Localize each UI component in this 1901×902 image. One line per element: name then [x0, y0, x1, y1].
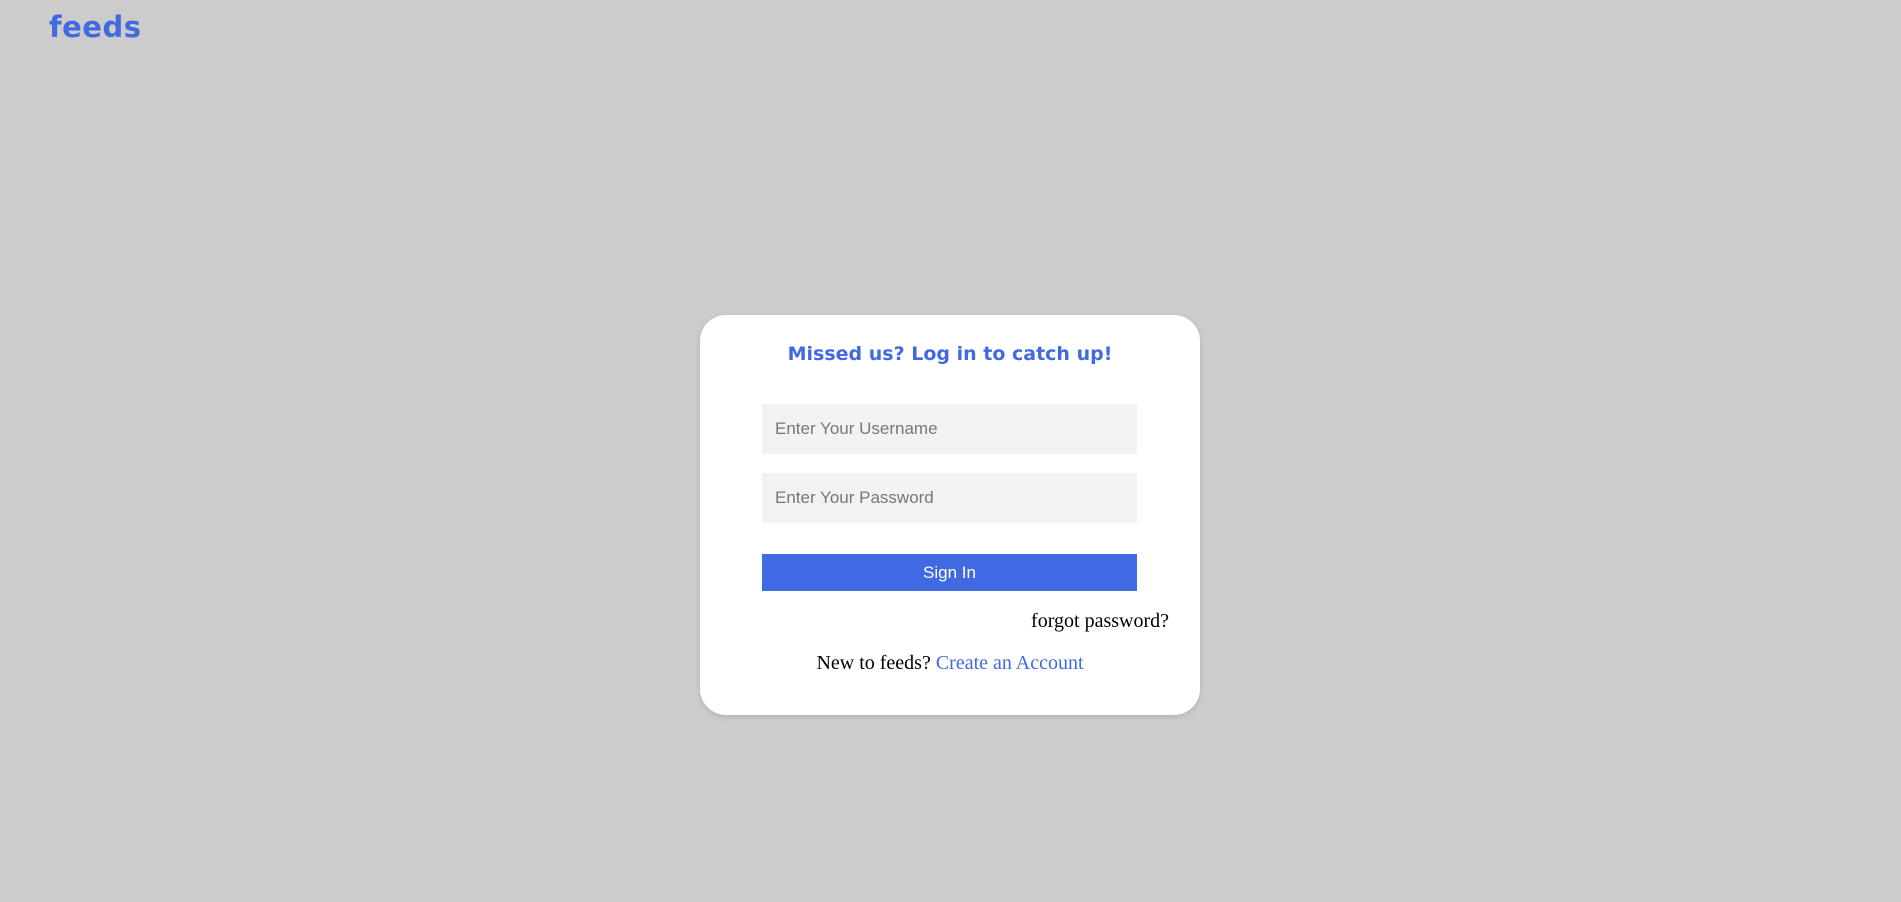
create-account-link[interactable]: Create an Account [936, 652, 1084, 674]
brand-logo[interactable]: feeds [49, 10, 141, 44]
login-card: Missed us? Log in to catch up! Sign In f… [700, 315, 1200, 715]
forgot-password-link[interactable]: forgot password? [1031, 610, 1169, 633]
signup-prompt: New to feeds? [816, 652, 931, 674]
login-title: Missed us? Log in to catch up! [787, 343, 1113, 365]
sign-in-button[interactable]: Sign In [762, 554, 1137, 591]
username-input[interactable] [762, 404, 1137, 454]
password-input[interactable] [762, 473, 1137, 523]
signup-row: New to feeds? Create an Account [700, 652, 1200, 675]
